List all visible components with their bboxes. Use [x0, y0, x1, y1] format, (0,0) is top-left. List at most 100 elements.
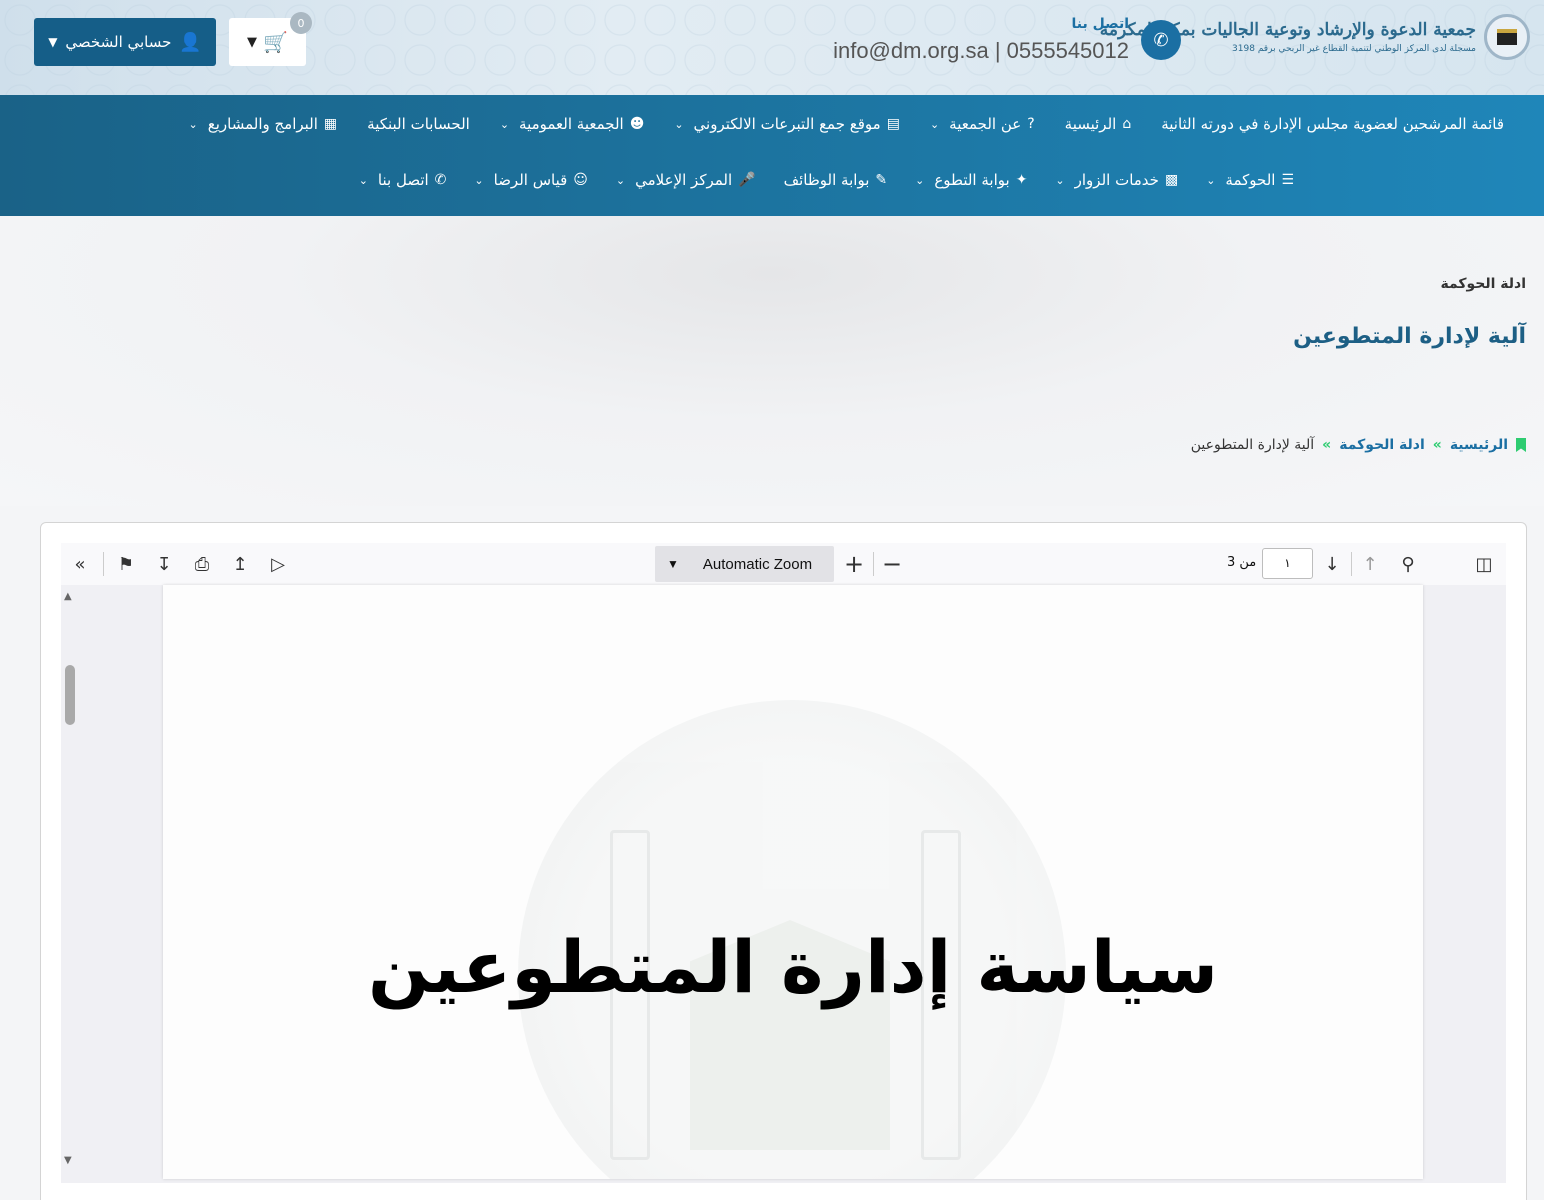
nav-item-bank-accounts[interactable]: الحسابات البنكية — [367, 115, 470, 133]
nav-item-programs[interactable]: ▦ البرامج والمشاريع ⌄ — [189, 115, 338, 133]
zoom-value: Automatic Zoom — [702, 555, 813, 573]
phone-icon[interactable]: ✆ — [1141, 20, 1181, 60]
bookmark-icon — [1516, 438, 1526, 452]
contact-block: ✆ اتصل بنا info@dm.org.sa | 0555545012 — [833, 14, 1185, 74]
nav-row-2: ☰ الحوكمة ⌄ ▩ خدمات الزوار ⌄ ✦ بوابة الت… — [359, 171, 1294, 189]
tools-double-chevron-icon[interactable]: « — [67, 551, 93, 577]
nav-label: الحسابات البنكية — [367, 115, 470, 133]
chevron-down-icon: ⌄ — [1055, 173, 1065, 187]
nav-label: بوابة التطوع — [934, 171, 1010, 189]
breadcrumb-parent[interactable]: ادلة الحوكمة — [1339, 437, 1425, 453]
toolbar-separator — [103, 552, 104, 576]
chevron-down-icon: ▼ — [667, 557, 679, 571]
chevron-down-icon: ▼ — [48, 35, 58, 49]
page-number-input[interactable]: ١ — [1262, 548, 1313, 579]
chevron-down-icon: ⌄ — [1206, 173, 1216, 187]
nav-label: عن الجمعية — [949, 115, 1022, 133]
download-icon[interactable]: ↧ — [151, 551, 177, 577]
chevron-down-icon: ⌄ — [358, 173, 368, 187]
document-heading: سياسة إدارة المتطوعين — [367, 925, 1219, 1009]
previous-page-icon[interactable]: ↑ — [1357, 551, 1383, 577]
nav-label: البرامج والمشاريع — [207, 115, 318, 133]
breadcrumb-separator: » — [1322, 437, 1332, 453]
nav-label: الجمعية العمومية — [519, 115, 624, 133]
mic-icon: 🎤 — [738, 172, 756, 188]
presentation-mode-icon[interactable]: ▷ — [265, 551, 291, 577]
contact-label[interactable]: اتصل بنا — [1072, 16, 1129, 32]
logo-emblem-icon — [1484, 14, 1530, 60]
phone-icon: ✆ — [434, 172, 447, 188]
scroll-up-arrow-icon[interactable]: ▲ — [64, 591, 72, 602]
nav-label: الرئيسية — [1064, 115, 1117, 133]
nav-row-1: قائمة المرشحين لعضوية مجلس الإدارة في دو… — [189, 115, 1505, 133]
nav-item-general-assembly[interactable]: ☻ الجمعية العمومية ⌄ — [500, 115, 645, 133]
breadcrumb-separator: » — [1432, 437, 1442, 453]
nav-item-governance[interactable]: ☰ الحوكمة ⌄ — [1206, 171, 1294, 189]
toolbar-separator — [1351, 552, 1352, 576]
pdf-viewer: « ⚑ ↧ ⎙ ↥ ▷ ▼ Automatic Zoom + − من 3 ١ … — [61, 543, 1506, 1183]
nav-item-donations[interactable]: ▤ موقع جمع التبرعات الالكتروني ⌄ — [674, 115, 900, 133]
page-hero: ادلة الحوكمة آلية لإدارة المتطوعين الرئي… — [0, 216, 1544, 506]
user-icon: 👤 — [179, 31, 202, 53]
chevron-down-icon: ▼ — [247, 34, 258, 50]
main-navigation: قائمة المرشحين لعضوية مجلس الإدارة في دو… — [0, 95, 1544, 216]
bookmark-icon[interactable]: ⚑ — [113, 551, 139, 577]
nav-item-home[interactable]: ⌂ الرئيسية — [1065, 115, 1132, 133]
cart-button[interactable]: ▼ 🛒 0 — [229, 12, 312, 66]
toolbar-separator — [873, 552, 874, 576]
nav-item-contact[interactable]: ✆ اتصل بنا ⌄ — [359, 171, 447, 189]
chevron-down-icon: ⌄ — [929, 117, 940, 131]
pdf-toolbar: « ⚑ ↧ ⎙ ↥ ▷ ▼ Automatic Zoom + − من 3 ١ … — [61, 543, 1506, 585]
search-icon[interactable]: ⚲ — [1395, 551, 1421, 577]
chevron-down-icon: ⌄ — [615, 173, 626, 187]
cart-icon: 🛒 — [263, 30, 288, 54]
edit-icon: ✎ — [875, 172, 888, 188]
chevron-down-icon: ⌄ — [499, 117, 510, 131]
cart-count-badge: 0 — [290, 12, 312, 34]
question-icon: ? — [1027, 116, 1035, 132]
smile-icon: ☺ — [573, 172, 588, 188]
contact-email-phone[interactable]: info@dm.org.sa | 0555545012 — [833, 38, 1129, 64]
print-icon[interactable]: ⎙ — [189, 551, 215, 577]
account-button[interactable]: 👤 حسابي الشخصي ▼ — [34, 18, 216, 66]
page-count: من 3 — [1227, 555, 1257, 570]
nav-item-about[interactable]: ? عن الجمعية ⌄ — [930, 115, 1035, 133]
scroll-thumb[interactable] — [65, 665, 75, 725]
next-page-icon[interactable]: ↓ — [1319, 551, 1345, 577]
chevron-down-icon: ⌄ — [188, 117, 198, 131]
breadcrumb-home[interactable]: الرئيسية — [1450, 437, 1508, 453]
chevron-down-icon: ⌄ — [474, 173, 484, 187]
person-icon: ✦ — [1015, 172, 1028, 188]
breadcrumb: الرئيسية » ادلة الحوكمة » آلية لإدارة ال… — [1191, 437, 1526, 453]
nav-item-candidates[interactable]: قائمة المرشحين لعضوية مجلس الإدارة في دو… — [1161, 115, 1504, 133]
home-icon: ⌂ — [1122, 116, 1132, 132]
nav-label: قياس الرضا — [493, 171, 568, 189]
scrollbar[interactable]: ▲ ▼ — [61, 585, 79, 1183]
nav-item-media-center[interactable]: 🎤 المركز الإعلامي ⌄ — [616, 171, 756, 189]
zoom-out-icon[interactable]: − — [879, 550, 905, 578]
server-icon: ▩ — [1164, 172, 1179, 188]
open-file-icon[interactable]: ↥ — [227, 551, 253, 577]
pdf-page: سياسة إدارة المتطوعين — [163, 585, 1423, 1179]
chevron-down-icon: ⌄ — [674, 117, 684, 131]
nav-label: الحوكمة — [1225, 171, 1276, 189]
nav-item-visitor-services[interactable]: ▩ خدمات الزوار ⌄ — [1055, 171, 1178, 189]
nav-label: موقع جمع التبرعات الالكتروني — [693, 115, 881, 133]
nav-label: المركز الإعلامي — [635, 171, 733, 189]
section-label: ادلة الحوكمة — [1440, 276, 1526, 292]
users-icon: ☻ — [629, 116, 645, 132]
calendar-icon: ▦ — [323, 116, 338, 132]
nav-label: قائمة المرشحين لعضوية مجلس الإدارة في دو… — [1161, 115, 1504, 133]
scroll-down-arrow-icon[interactable]: ▼ — [64, 1155, 72, 1166]
nav-item-jobs[interactable]: ✎ بوابة الوظائف — [784, 171, 888, 189]
breadcrumb-current: آلية لإدارة المتطوعين — [1190, 437, 1315, 453]
nav-label: اتصل بنا — [377, 171, 429, 189]
nav-item-volunteering[interactable]: ✦ بوابة التطوع ⌄ — [915, 171, 1027, 189]
nav-label: خدمات الزوار — [1074, 171, 1159, 189]
nav-item-satisfaction[interactable]: ☺ قياس الرضا ⌄ — [474, 171, 588, 189]
zoom-in-icon[interactable]: + — [841, 550, 867, 578]
page-title: آلية لإدارة المتطوعين — [1293, 324, 1526, 349]
zoom-select[interactable]: ▼ Automatic Zoom — [655, 546, 834, 582]
top-header: جمعية الدعوة والإرشاد وتوعية الجاليات بم… — [0, 0, 1544, 95]
sidebar-toggle-icon[interactable]: ◫ — [1471, 551, 1497, 577]
